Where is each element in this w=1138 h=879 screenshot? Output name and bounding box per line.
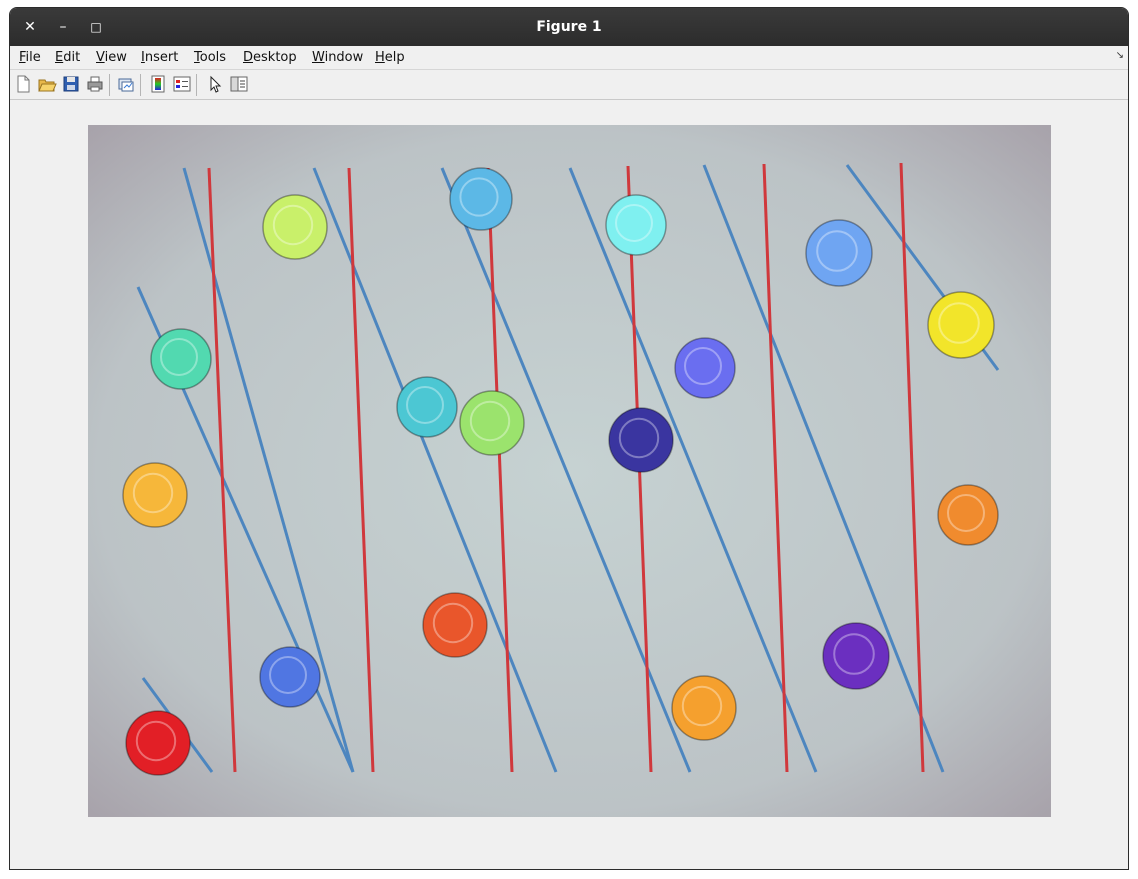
image-axes <box>88 125 1051 817</box>
coin <box>449 167 513 231</box>
coin-disc <box>259 646 321 708</box>
menu-help[interactable]: Help <box>375 49 405 67</box>
legend-icon[interactable] <box>172 74 192 94</box>
menu-view[interactable]: View <box>96 49 127 67</box>
coin-disc <box>150 328 212 390</box>
coin-disc <box>396 376 458 438</box>
dock-arrow-icon[interactable]: ↘ <box>1116 50 1124 61</box>
coin <box>822 622 890 690</box>
coin <box>674 337 736 399</box>
coin-disc <box>459 390 525 456</box>
coin-disc <box>674 337 736 399</box>
window-title: Figure 1 <box>536 19 602 35</box>
coin <box>608 407 674 473</box>
coin <box>805 219 873 287</box>
menu-bar: File Edit View Insert Tools Desktop Wind… <box>10 46 1128 70</box>
coin <box>122 462 188 528</box>
coin <box>125 710 191 776</box>
menu-insert[interactable]: Insert <box>141 49 178 67</box>
coin <box>422 592 488 658</box>
edit-plot-arrow-icon[interactable] <box>205 74 225 94</box>
menu-window[interactable]: Window <box>312 49 363 67</box>
title-bar[interactable]: ✕ – □ Figure 1 <box>10 8 1128 46</box>
toolbar <box>10 70 1128 100</box>
coin <box>927 291 995 359</box>
property-inspector-icon[interactable] <box>229 74 249 94</box>
coin-disc <box>122 462 188 528</box>
toolbar-separator <box>140 74 141 96</box>
coin <box>937 484 999 546</box>
coins-image <box>88 125 1051 817</box>
menu-edit[interactable]: Edit <box>55 49 80 67</box>
toolbar-separator <box>196 74 197 96</box>
save-icon[interactable] <box>61 74 81 94</box>
new-figure-icon[interactable] <box>13 74 33 94</box>
coin <box>262 194 328 260</box>
coin-disc <box>805 219 873 287</box>
coin-disc <box>422 592 488 658</box>
figure-window: ✕ – □ Figure 1 File Edit View Insert Too… <box>9 7 1129 870</box>
link-plot-icon[interactable] <box>116 74 136 94</box>
print-icon[interactable] <box>85 74 105 94</box>
coin-disc <box>671 675 737 741</box>
coin <box>459 390 525 456</box>
coin-disc <box>125 710 191 776</box>
coin <box>396 376 458 438</box>
toolbar-separator <box>109 74 110 96</box>
coin <box>671 675 737 741</box>
coin-disc <box>927 291 995 359</box>
coin-disc <box>262 194 328 260</box>
open-file-icon[interactable] <box>37 74 57 94</box>
coin-disc <box>608 407 674 473</box>
coin-disc <box>937 484 999 546</box>
coin-disc <box>449 167 513 231</box>
figure-canvas <box>10 100 1128 869</box>
menu-file[interactable]: File <box>19 49 41 67</box>
colorbar-icon[interactable] <box>148 74 168 94</box>
coin-disc <box>822 622 890 690</box>
coin <box>150 328 212 390</box>
menu-tools[interactable]: Tools <box>194 49 226 67</box>
coin <box>605 194 667 256</box>
menu-desktop[interactable]: Desktop <box>243 49 297 67</box>
coin <box>259 646 321 708</box>
coin-disc <box>605 194 667 256</box>
